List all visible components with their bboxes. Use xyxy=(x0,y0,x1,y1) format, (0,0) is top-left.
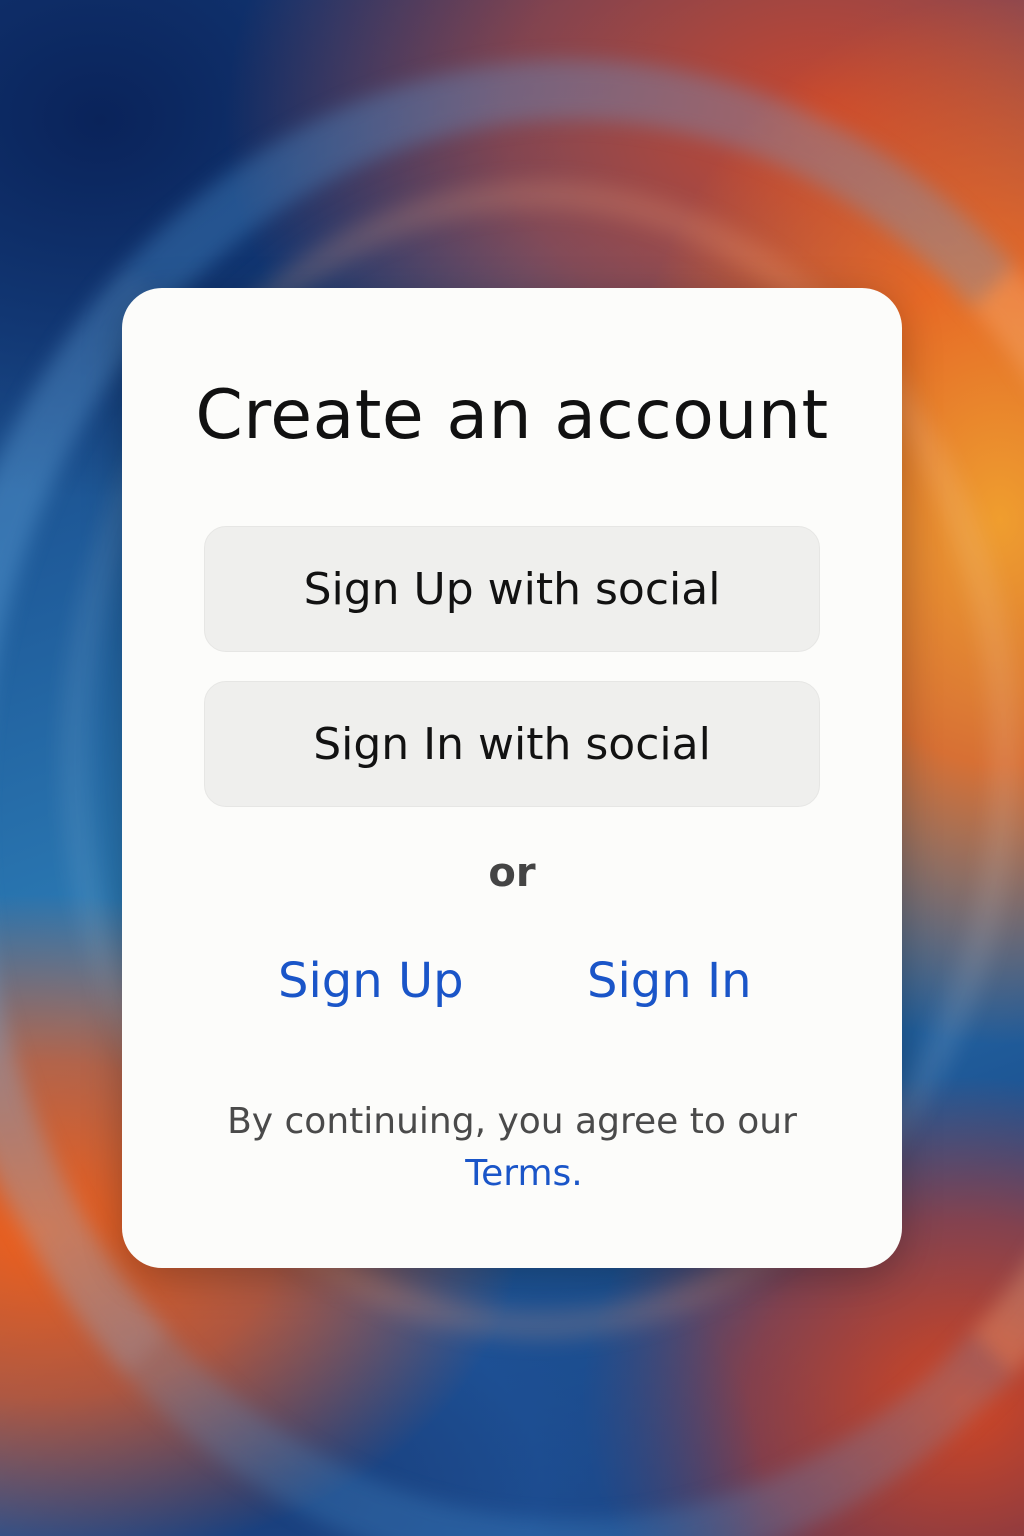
terms-notice-text: By continuing, you agree to our xyxy=(227,1101,797,1142)
terms-notice: By continuing, you agree to our Terms. xyxy=(122,1096,902,1200)
sign-up-link[interactable]: Sign Up xyxy=(278,953,464,1009)
or-separator: or xyxy=(488,850,536,896)
sign-up-with-social-button[interactable]: Sign Up with social xyxy=(204,526,820,652)
dialog-title: Create an account xyxy=(195,376,829,455)
sign-in-with-social-button[interactable]: Sign In with social xyxy=(204,681,820,807)
sign-in-link[interactable]: Sign In xyxy=(587,953,752,1009)
account-dialog: Create an account Sign Up with social Si… xyxy=(122,288,902,1268)
terms-link[interactable]: Terms. xyxy=(441,1148,582,1200)
